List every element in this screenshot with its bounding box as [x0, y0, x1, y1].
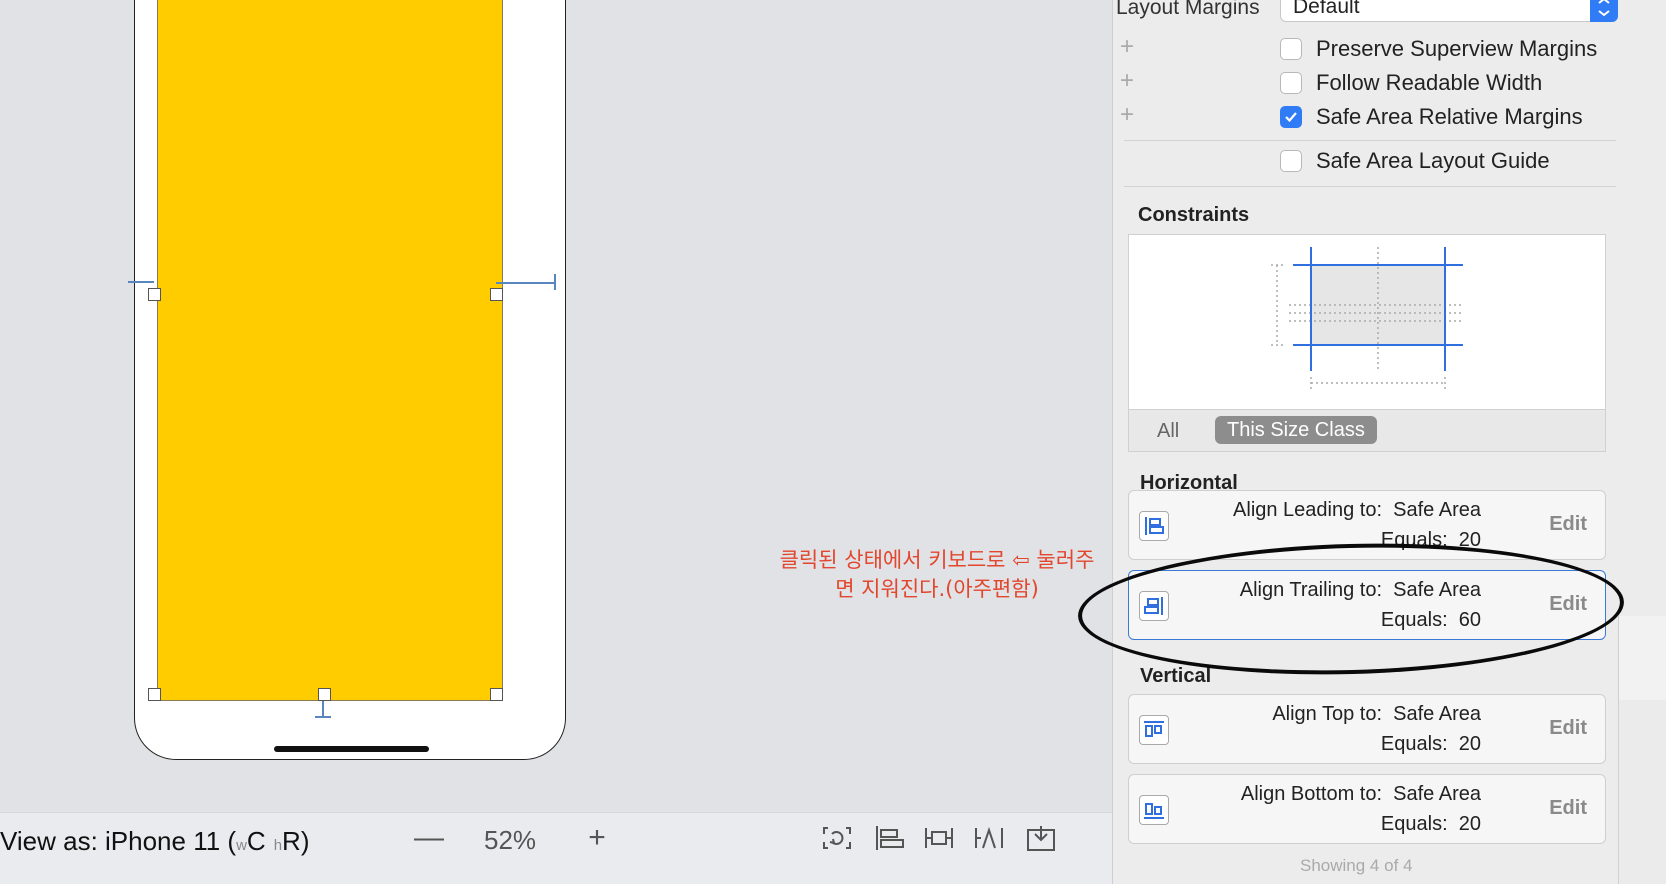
add-variation-button-2[interactable]: + [1118, 69, 1136, 93]
resize-handle-bottom-right[interactable] [490, 688, 503, 701]
canvas-bottom-bar: View as: iPhone 11 (wC hR) — 52% + [0, 812, 1112, 884]
constraints-diagram [1128, 234, 1606, 410]
constraint-constant: Equals: 60 [1380, 609, 1481, 631]
align-icon[interactable] [922, 822, 956, 854]
checkbox-label: Safe Area Relative Margins [1316, 104, 1583, 129]
constraint-align-trailing[interactable]: Align Trailing to: Safe Area Equals: 60 … [1128, 570, 1606, 640]
size-class-w: w [236, 837, 247, 854]
trailing-constraint-cap [554, 274, 556, 290]
constraint-constant: Equals: 20 [1380, 529, 1481, 551]
align-leading-icon [1139, 511, 1169, 541]
edit-button[interactable]: Edit [1549, 513, 1587, 536]
showing-count: Showing 4 of 4 [1300, 856, 1413, 875]
vertical-title: Vertical [1140, 665, 1212, 687]
checkbox-label: Follow Readable Width [1316, 70, 1543, 95]
storyboard-canvas[interactable]: 클릭된 상태에서 키보드로 ⇦ 눌러주 면 지워진다.(아주편함) [0, 0, 1116, 884]
constraints-diagram-graphic [1271, 247, 1463, 389]
constraint-constant: Equals: 20 [1380, 733, 1481, 755]
segment-all[interactable]: All [1157, 420, 1179, 443]
checkbox-box[interactable] [1280, 38, 1302, 60]
resize-handle-left[interactable] [148, 288, 161, 301]
home-indicator [274, 746, 429, 752]
annotation-line-2: 면 지워진다.(아주편함) [835, 577, 1039, 601]
size-class-h: h [273, 837, 283, 854]
safe-area-layout-guide-checkbox[interactable]: Safe Area Layout Guide [1280, 148, 1550, 174]
constraint-description: Align Top to: Safe Area [1272, 703, 1481, 725]
bottom-constraint-cap [315, 716, 331, 718]
add-variation-button-3[interactable]: + [1118, 103, 1136, 127]
follow-readable-width-checkbox[interactable]: Follow Readable Width [1280, 70, 1542, 96]
size-class-wc: C [246, 826, 266, 856]
constraint-description: Align Trailing to: Safe Area [1239, 579, 1481, 601]
view-as-label: View as: iPhone 11 ( [0, 826, 237, 856]
safe-area-relative-margins-checkbox[interactable]: Safe Area Relative Margins [1280, 104, 1583, 130]
checkmark-icon[interactable] [1280, 106, 1302, 128]
resolve-issues-icon[interactable] [1024, 822, 1058, 854]
checkbox-label: Preserve Superview Margins [1316, 36, 1598, 61]
checkbox-label: Safe Area Layout Guide [1316, 148, 1550, 173]
edit-button[interactable]: Edit [1549, 797, 1587, 820]
edit-button[interactable]: Edit [1549, 593, 1587, 616]
layout-margins-label: Layout Margins [1116, 0, 1260, 19]
constraint-align-bottom[interactable]: Align Bottom to: Safe Area Equals: 20 Ed… [1128, 774, 1606, 844]
align-top-icon [1139, 715, 1169, 745]
add-constraints-icon[interactable] [972, 822, 1006, 854]
layout-margins-value: Default [1293, 0, 1360, 18]
constraint-description: Align Leading to: Safe Area [1233, 499, 1481, 521]
divider [1124, 140, 1616, 141]
yellow-view[interactable] [157, 0, 503, 701]
zoom-out-button[interactable]: — [412, 821, 446, 855]
add-variation-button-1[interactable]: + [1118, 35, 1136, 59]
constraint-description: Align Bottom to: Safe Area [1240, 783, 1481, 805]
embed-in-stack-icon[interactable] [872, 822, 906, 854]
constraint-constant: Equals: 20 [1380, 813, 1481, 835]
align-bottom-icon [1139, 795, 1169, 825]
constraint-align-top[interactable]: Align Top to: Safe Area Equals: 20 Edit [1128, 694, 1606, 764]
checkbox-box[interactable] [1280, 150, 1302, 172]
divider [1124, 186, 1616, 187]
annotation-note: 클릭된 상태에서 키보드로 ⇦ 눌러주 면 지워진다.(아주편함) [762, 546, 1112, 604]
edit-button[interactable]: Edit [1549, 717, 1587, 740]
size-class-hr: R [282, 826, 301, 856]
view-as-suffix: ) [300, 826, 310, 856]
update-frames-icon[interactable] [820, 822, 854, 854]
chevron-updown-icon [1590, 0, 1618, 22]
constraint-align-leading[interactable]: Align Leading to: Safe Area Equals: 20 E… [1128, 490, 1606, 560]
zoom-in-button[interactable]: + [580, 821, 614, 855]
leading-constraint-line[interactable] [128, 281, 154, 283]
resize-handle-right[interactable] [490, 288, 503, 301]
segment-this-size-class[interactable]: This Size Class [1215, 416, 1377, 444]
align-trailing-icon [1139, 591, 1169, 621]
layout-margins-select[interactable]: Default [1280, 0, 1618, 22]
size-class-segmented-control: All This Size Class [1128, 410, 1606, 452]
checkbox-box[interactable] [1280, 72, 1302, 94]
resize-handle-bottom-left[interactable] [148, 688, 161, 701]
panel-edge-lower [1618, 700, 1666, 884]
trailing-constraint-line[interactable] [496, 282, 556, 284]
view-as-device-button[interactable]: View as: iPhone 11 (wC hR) [0, 826, 310, 857]
resize-handle-bottom-center[interactable] [318, 688, 331, 701]
zoom-level: 52% [484, 825, 537, 855]
annotation-line-1: 클릭된 상태에서 키보드로 ⇦ 눌러주 [779, 548, 1095, 572]
constraints-title: Constraints [1138, 204, 1250, 226]
preserve-superview-margins-checkbox[interactable]: Preserve Superview Margins [1280, 36, 1597, 62]
